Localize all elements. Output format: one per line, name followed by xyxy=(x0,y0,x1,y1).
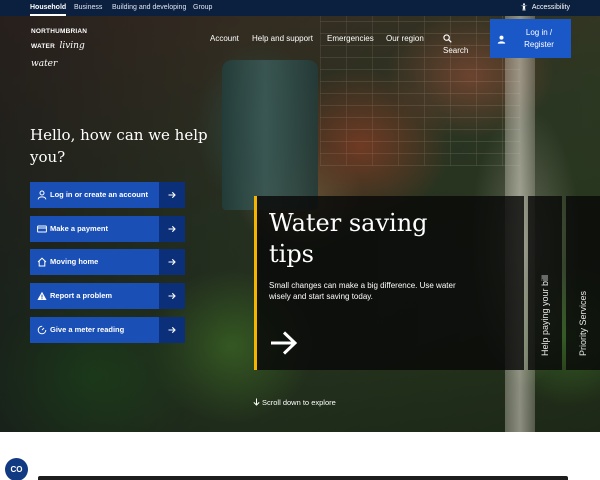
search-icon xyxy=(443,34,452,43)
water-saving-tips-card[interactable]: Water saving tips Small changes can make… xyxy=(254,196,524,370)
logo-line-2a: WATER xyxy=(31,43,55,50)
action-label: Report a problem xyxy=(50,291,113,300)
tab-group[interactable]: Group xyxy=(193,0,212,16)
logo[interactable]: NORTHUMBRIAN WATER living water xyxy=(31,28,111,69)
tab-label: Priority Services xyxy=(578,290,588,356)
utility-bar: Household Business Building and developi… xyxy=(0,0,600,16)
tab-label: Help paying your bill xyxy=(540,274,550,356)
login-register-button[interactable]: Log in / Register xyxy=(490,19,571,58)
nav-account[interactable]: Account xyxy=(210,34,239,43)
tab-household[interactable]: Household xyxy=(30,0,67,16)
next-section-image-edge xyxy=(38,476,568,480)
action-moving-home[interactable]: Moving home xyxy=(30,249,185,275)
page: Household Business Building and developi… xyxy=(0,0,600,480)
action-give-a-meter-reading[interactable]: Give a meter reading xyxy=(30,317,185,343)
card-icon xyxy=(37,225,47,233)
accessibility-link[interactable]: Accessibility xyxy=(520,0,570,16)
tab-building-and-developing[interactable]: Building and developing xyxy=(112,0,186,16)
hero-greeting: Hello, how can we help you? xyxy=(30,126,208,166)
login-label: Log in / xyxy=(525,28,553,37)
priority-services-tab[interactable]: Priority Services xyxy=(566,196,600,370)
scroll-label: Scroll down to explore xyxy=(262,398,336,407)
action-report-a-problem[interactable]: Report a problem xyxy=(30,283,185,309)
content-section xyxy=(0,432,600,480)
accessibility-icon xyxy=(520,3,528,11)
meter-icon xyxy=(37,325,47,335)
nav-emergencies[interactable]: Emergencies xyxy=(327,34,374,43)
logo-line-1: NORTHUMBRIAN xyxy=(31,28,88,35)
register-label: Register xyxy=(524,40,554,49)
arrow-right-icon xyxy=(159,317,185,343)
search-label: Search xyxy=(443,46,469,55)
nav-our-region[interactable]: Our region xyxy=(386,34,424,43)
card-description: Small changes can make a big difference.… xyxy=(269,281,456,301)
cookie-icon: CO xyxy=(10,465,23,474)
action-make-a-payment[interactable]: Make a payment xyxy=(30,216,185,242)
help-paying-bill-tab[interactable]: Help paying your bill xyxy=(528,196,562,370)
arrow-right-icon xyxy=(159,283,185,309)
action-label: Log in or create an account xyxy=(50,190,148,199)
accessibility-label: Accessibility xyxy=(531,4,570,11)
user-icon xyxy=(497,35,506,44)
nav-help-and-support[interactable]: Help and support xyxy=(252,34,313,43)
action-login-or-create-account[interactable]: Log in or create an account xyxy=(30,182,185,208)
arrow-right-icon xyxy=(159,249,185,275)
tab-business[interactable]: Business xyxy=(74,0,102,16)
home-icon xyxy=(37,257,47,267)
action-label: Moving home xyxy=(50,257,99,266)
card-title: Water saving tips xyxy=(269,209,428,268)
arrow-down-icon xyxy=(253,398,260,406)
action-label: Make a payment xyxy=(50,224,108,233)
arrow-right-icon xyxy=(271,331,298,355)
scroll-down-link[interactable]: Scroll down to explore xyxy=(253,398,336,407)
warning-icon xyxy=(37,291,47,300)
user-icon xyxy=(37,190,47,200)
arrow-right-icon xyxy=(159,216,185,242)
arrow-right-icon xyxy=(159,182,185,208)
action-label: Give a meter reading xyxy=(50,325,125,334)
cookie-settings-button[interactable]: CO xyxy=(5,458,28,480)
search-button[interactable]: Search xyxy=(443,34,468,55)
